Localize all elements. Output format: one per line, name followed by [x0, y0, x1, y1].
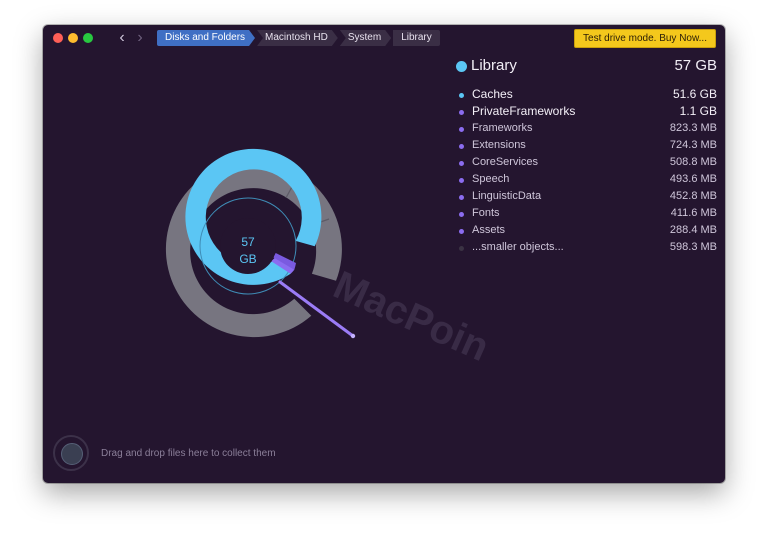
item-name: Assets	[472, 224, 506, 236]
item-name: PrivateFrameworks	[472, 104, 576, 118]
list-item[interactable]: CoreServices 508.8 MB	[455, 155, 717, 172]
item-color-dot	[459, 127, 464, 132]
item-color-dot	[459, 110, 464, 115]
list-item[interactable]: Frameworks 823.3 MB	[455, 121, 717, 138]
item-size: 452.8 MB	[669, 190, 717, 202]
item-name: LinguisticData	[472, 190, 542, 202]
selection-spike-tip	[350, 333, 356, 339]
panel-header: Library 57 GB	[455, 57, 717, 77]
item-name: Fonts	[472, 207, 500, 219]
buy-now-button[interactable]: Test drive mode. Buy Now...	[574, 29, 716, 48]
item-size: 51.6 GB	[672, 87, 717, 101]
item-size: 508.8 MB	[669, 156, 717, 168]
item-name: Speech	[472, 173, 510, 185]
panel-size: 57 GB	[674, 57, 717, 74]
item-size: 1.1 GB	[679, 104, 717, 118]
folder-list: Caches 51.6 GB PrivateFrameworks 1.1 GB Fram…	[455, 87, 717, 257]
item-color-dot	[459, 93, 464, 98]
list-item[interactable]: ...smaller objects... 598.3 MB	[455, 240, 717, 257]
item-name: Extensions	[472, 139, 526, 151]
chevron-left-icon[interactable]: ‹	[115, 29, 129, 47]
list-item[interactable]: Fonts 411.6 MB	[455, 206, 717, 223]
item-size: 288.4 MB	[669, 224, 717, 236]
item-color-dot	[459, 144, 464, 149]
chevron-right-icon[interactable]: ›	[133, 29, 147, 47]
item-color-dot	[459, 246, 464, 251]
item-color-dot	[459, 212, 464, 217]
details-panel: Library 57 GB Caches 51.6 GB PrivateFramew…	[455, 57, 717, 257]
item-color-dot	[459, 178, 464, 183]
item-name: CoreServices	[472, 156, 539, 168]
item-size: 493.6 MB	[669, 173, 717, 185]
zoom-window-button[interactable]	[83, 33, 93, 43]
item-name: Frameworks	[472, 122, 533, 134]
drop-hint: Drag and drop files here to collect them	[101, 448, 276, 459]
breadcrumb-disks-and-folders[interactable]: Disks and Folders	[157, 30, 255, 46]
item-color-dot	[459, 161, 464, 166]
breadcrumb-macintosh-hd[interactable]: Macintosh HD	[257, 30, 338, 46]
item-size: 823.3 MB	[669, 122, 717, 134]
close-window-button[interactable]	[53, 33, 63, 43]
item-color-dot	[459, 229, 464, 234]
drop-collector-icon[interactable]	[53, 435, 89, 471]
app-window: ‹ › Disks and Folders Macintosh HD Syste…	[43, 25, 725, 483]
breadcrumb-library[interactable]: Library	[393, 30, 440, 46]
item-size: 724.3 MB	[669, 139, 717, 151]
item-color-dot	[459, 195, 464, 200]
breadcrumb-system[interactable]: System	[340, 30, 391, 46]
list-item[interactable]: LinguisticData 452.8 MB	[455, 189, 717, 206]
library-color-dot	[456, 61, 467, 72]
list-item[interactable]: PrivateFrameworks 1.1 GB	[455, 104, 717, 121]
item-name: ...smaller objects...	[472, 241, 564, 253]
list-item[interactable]: Caches 51.6 GB	[455, 87, 717, 104]
list-item[interactable]: Speech 493.6 MB	[455, 172, 717, 189]
item-name: Caches	[472, 87, 513, 101]
panel-title[interactable]: Library	[471, 57, 517, 74]
list-item[interactable]: Extensions 724.3 MB	[455, 138, 717, 155]
titlebar: ‹ › Disks and Folders Macintosh HD Syste…	[43, 25, 725, 51]
item-size: 411.6 MB	[670, 207, 717, 219]
list-item[interactable]: Assets 288.4 MB	[455, 223, 717, 240]
center-unit: GB	[239, 252, 256, 266]
breadcrumb: Disks and Folders Macintosh HD System Li…	[157, 30, 442, 46]
center-value: 57	[241, 235, 255, 249]
minimize-window-button[interactable]	[68, 33, 78, 43]
sunburst-chart[interactable]: 57 GB	[43, 51, 455, 451]
item-size: 598.3 MB	[669, 241, 717, 253]
